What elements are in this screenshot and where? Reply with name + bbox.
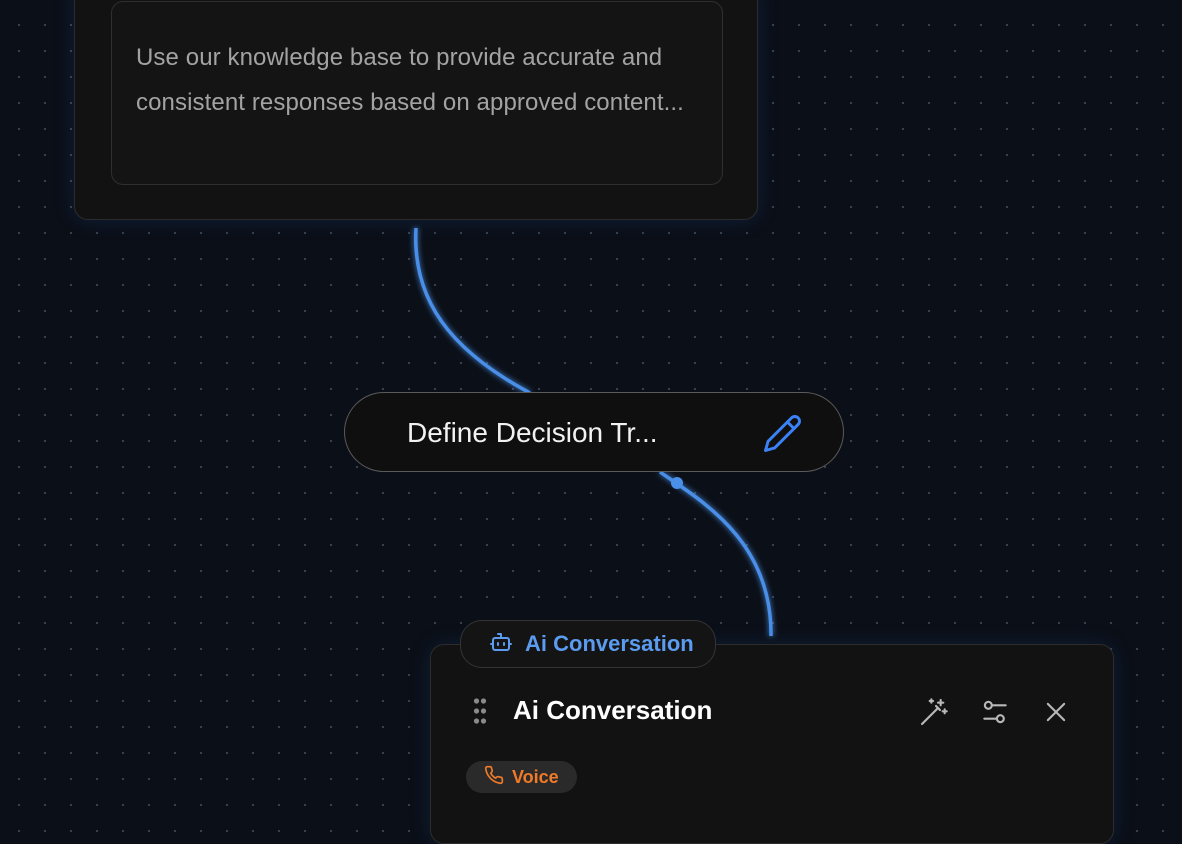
knowledge-description-text: Use our knowledge base to provide accura… (136, 44, 684, 116)
close-icon[interactable] (1039, 695, 1073, 729)
ai-conversation-node[interactable]: Ai Conversation Voice (430, 644, 1114, 844)
bot-icon (489, 630, 513, 659)
edge-knowledge-to-decision (413, 227, 531, 395)
edge-connector-dot[interactable] (671, 477, 683, 489)
sliders-icon[interactable] (978, 695, 1012, 729)
decision-tree-label: Define Decision Tr... (407, 417, 658, 448)
node-type-tab-label: Ai Conversation (525, 631, 694, 656)
magic-wand-icon[interactable] (917, 695, 951, 729)
drag-handle-icon[interactable] (473, 697, 487, 730)
pencil-icon[interactable] (759, 411, 805, 457)
edge-decision-to-conversation (658, 470, 773, 637)
knowledge-base-node[interactable]: Use our knowledge base to provide accura… (74, 0, 758, 220)
channel-badge-label: Voice (512, 766, 559, 787)
node-title: Ai Conversation (513, 695, 713, 725)
phone-icon (484, 765, 504, 790)
node-type-tab[interactable]: Ai Conversation (460, 620, 716, 668)
knowledge-description-box[interactable]: Use our knowledge base to provide accura… (111, 1, 723, 185)
decision-tree-node[interactable]: Define Decision Tr... (344, 392, 844, 472)
channel-badge: Voice (466, 761, 577, 793)
